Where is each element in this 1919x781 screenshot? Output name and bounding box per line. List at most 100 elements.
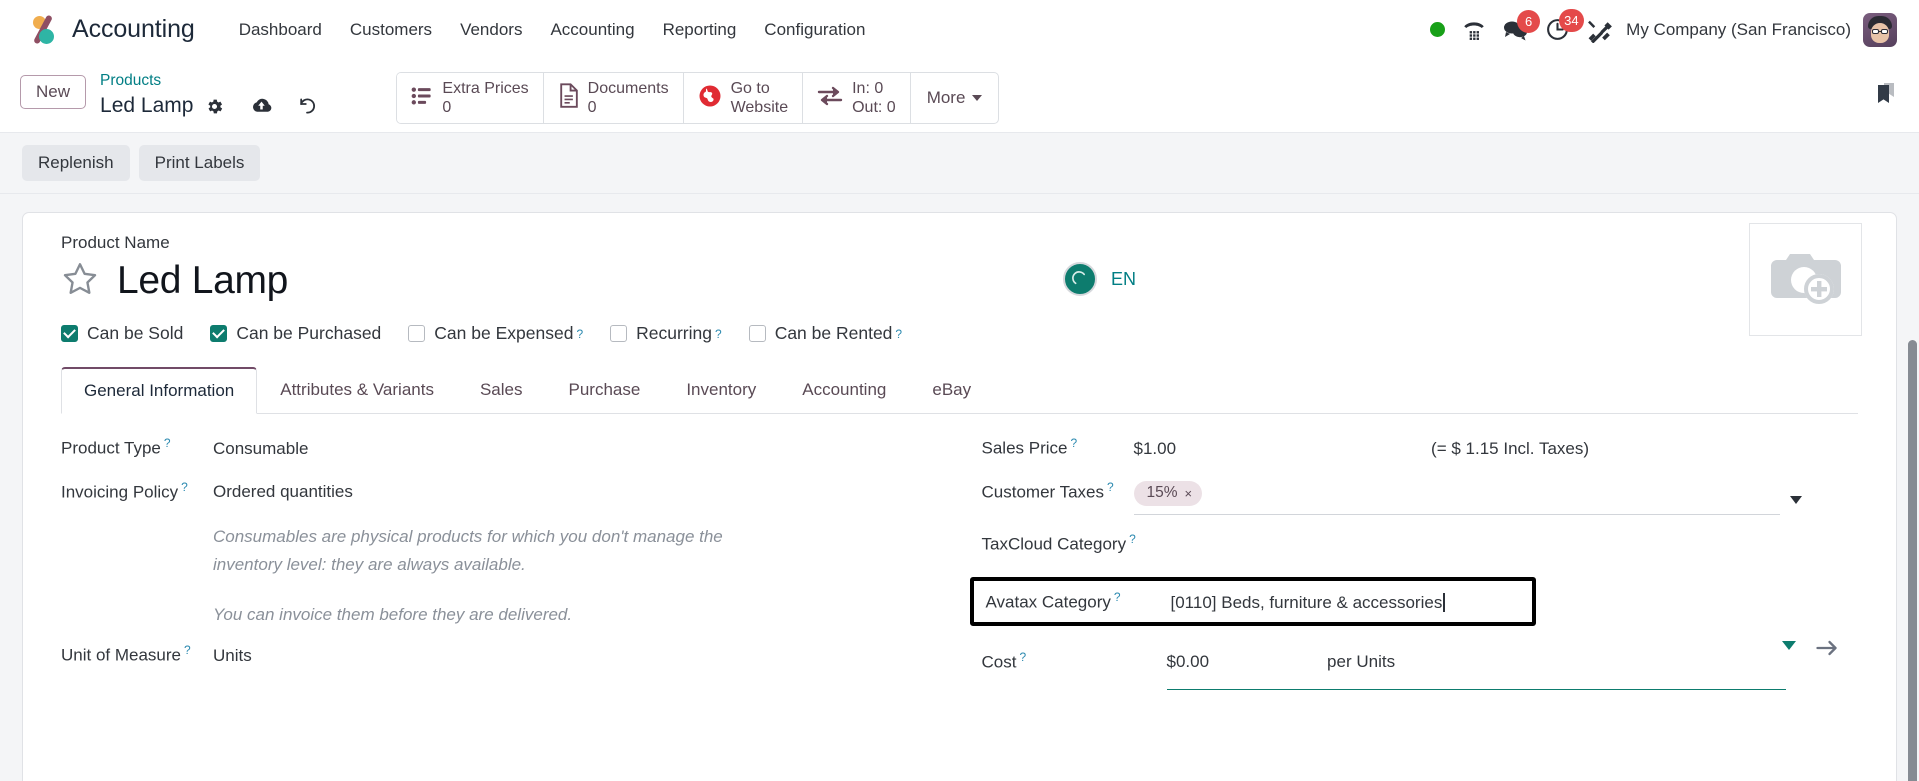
value-unit-of-measure[interactable]: Units xyxy=(213,646,252,666)
help-icon-sales-price[interactable]: ? xyxy=(1070,436,1077,450)
checkbox-label-can-be-sold: Can be Sold xyxy=(87,323,184,343)
label-text-cost: Cost xyxy=(981,652,1017,672)
help-icon-avatax-category[interactable]: ? xyxy=(1114,590,1121,604)
label-customer-taxes: Customer Taxes? xyxy=(982,480,1134,503)
label-text-avatax-category: Avatax Category xyxy=(985,592,1111,612)
tab-inventory[interactable]: Inventory xyxy=(663,367,779,414)
tax-tag-remove-icon[interactable]: × xyxy=(1185,486,1193,501)
tab-general-information[interactable]: General Information xyxy=(61,367,258,414)
internal-link-arrow-icon[interactable] xyxy=(1815,638,1840,663)
checkbox-recurring[interactable]: Recurring ? xyxy=(610,323,722,344)
menu-item-customers[interactable]: Customers xyxy=(336,14,446,46)
menu-item-dashboard[interactable]: Dashboard xyxy=(225,14,336,46)
label-text-unit-of-measure: Unit of Measure xyxy=(61,645,181,665)
odoo-logo-icon[interactable] xyxy=(26,13,60,47)
stat-button-in-out[interactable]: In: 0 Out: 0 xyxy=(803,73,911,123)
breadcrumb-parent-products[interactable]: Products xyxy=(100,71,318,91)
replenish-button[interactable]: Replenish xyxy=(22,145,130,181)
stat-button-extra-prices[interactable]: Extra Prices 0 xyxy=(397,73,544,123)
menu-item-configuration[interactable]: Configuration xyxy=(750,14,879,46)
field-avatax-category-highlighted[interactable]: Avatax Category? [0110] Beds, furniture … xyxy=(969,576,1536,626)
hint-line-1: Consumables are physical products for wh… xyxy=(213,527,723,547)
company-selector[interactable]: My Company (San Francisco) xyxy=(1626,20,1851,40)
checkbox-can-be-expensed[interactable]: Can be Expensed ? xyxy=(408,323,583,344)
globe-icon xyxy=(698,84,722,113)
messages-icon[interactable]: 6 xyxy=(1503,9,1541,42)
activities-icon[interactable]: 34 xyxy=(1545,9,1584,42)
checkbox-box-can-be-purchased[interactable] xyxy=(210,325,228,342)
tools-icon[interactable] xyxy=(1586,17,1613,43)
checkbox-can-be-sold[interactable]: Can be Sold xyxy=(61,323,183,344)
tab-accounting[interactable]: Accounting xyxy=(779,367,909,414)
help-icon-product-type[interactable]: ? xyxy=(164,436,171,450)
checkbox-box-recurring[interactable] xyxy=(610,325,628,342)
user-avatar[interactable] xyxy=(1863,12,1897,47)
help-icon-taxcloud-category[interactable]: ? xyxy=(1129,532,1136,546)
discard-undo-icon[interactable] xyxy=(296,96,318,116)
checkbox-can-be-rented[interactable]: Can be Rented ? xyxy=(748,323,902,344)
gear-icon[interactable] xyxy=(205,97,224,116)
customer-taxes-underline xyxy=(1133,514,1780,516)
help-icon-unit-of-measure[interactable]: ? xyxy=(184,643,191,657)
field-product-type: Product Type? Consumable xyxy=(61,436,930,459)
field-customer-taxes: Customer Taxes? 15% × xyxy=(982,480,1829,516)
phone-dialpad-icon[interactable] xyxy=(1461,17,1487,43)
system-icons-group: 6 34 xyxy=(1430,9,1613,43)
tax-tag[interactable]: 15% × xyxy=(1133,481,1203,507)
help-icon-customer-taxes[interactable]: ? xyxy=(1107,480,1114,494)
label-text-invoicing-policy: Invoicing Policy xyxy=(61,482,179,502)
checkbox-box-can-be-expensed[interactable] xyxy=(408,325,426,342)
help-icon-can-be-rented[interactable]: ? xyxy=(895,327,902,341)
translate-globe-icon[interactable] xyxy=(1063,262,1097,296)
app-brand-title[interactable]: Accounting xyxy=(72,15,195,44)
bookmark-icon[interactable] xyxy=(1875,81,1897,112)
help-icon-invoicing-policy[interactable]: ? xyxy=(181,480,188,494)
scrollbar-track[interactable] xyxy=(1906,194,1919,781)
breadcrumb-current-record: Led Lamp xyxy=(100,94,194,117)
sheet-area: Product Name Led Lamp EN Can be Sold Can… xyxy=(0,194,1919,781)
star-icon[interactable] xyxy=(61,260,99,303)
new-button[interactable]: New xyxy=(20,75,87,109)
menu-item-vendors[interactable]: Vendors xyxy=(446,14,536,46)
stat-value-documents: 0 xyxy=(587,99,597,116)
help-icon-cost[interactable]: ? xyxy=(1019,650,1026,664)
tab-sales[interactable]: Sales xyxy=(457,367,546,414)
avatax-category-value: [0110] Beds, furniture & accessories xyxy=(1170,592,1443,612)
product-name-row: Led Lamp xyxy=(61,255,1858,307)
checkbox-label-can-be-rented: Can be Rented xyxy=(774,323,893,343)
sales-price-incl-taxes: (= $ 1.15 Incl. Taxes) xyxy=(1431,438,1590,458)
checkbox-box-can-be-rented[interactable] xyxy=(748,325,766,342)
value-product-type[interactable]: Consumable xyxy=(213,439,308,459)
help-icon-can-be-expensed[interactable]: ? xyxy=(576,327,583,341)
menu-item-accounting[interactable]: Accounting xyxy=(536,14,648,46)
menu-item-reporting[interactable]: Reporting xyxy=(649,14,751,46)
checkbox-can-be-purchased[interactable]: Can be Purchased xyxy=(210,323,381,344)
stat-button-documents[interactable]: Documents 0 xyxy=(543,73,684,123)
stat-button-go-to-website[interactable]: Go to Website xyxy=(683,73,804,123)
checkbox-box-can-be-sold[interactable] xyxy=(61,325,78,342)
value-sales-price[interactable]: $1.00 xyxy=(1134,439,1177,459)
stat-button-bar: Extra Prices 0 Documents 0 Go to Website… xyxy=(396,72,1000,124)
product-name-value[interactable]: Led Lamp xyxy=(117,255,288,307)
tab-purchase[interactable]: Purchase xyxy=(545,367,663,414)
stat-value-out: Out: 0 xyxy=(852,99,896,116)
product-image-placeholder[interactable] xyxy=(1749,223,1862,336)
document-icon xyxy=(558,83,579,113)
save-cloud-upload-icon[interactable] xyxy=(249,96,274,116)
print-labels-button[interactable]: Print Labels xyxy=(138,145,261,181)
language-code[interactable]: EN xyxy=(1111,269,1136,290)
more-dropdown-button[interactable]: More xyxy=(911,73,999,123)
avatax-category-underline xyxy=(1166,661,1786,691)
value-invoicing-policy[interactable]: Ordered quantities xyxy=(213,482,353,502)
tab-ebay[interactable]: eBay xyxy=(909,367,994,414)
chevron-down-icon-customer-taxes[interactable] xyxy=(1790,496,1802,505)
customer-taxes-input[interactable]: 15% × xyxy=(1133,481,1829,516)
scrollbar-thumb[interactable] xyxy=(1908,340,1917,781)
tab-attributes-variants[interactable]: Attributes & Variants xyxy=(257,367,457,414)
avatax-category-input[interactable]: [0110] Beds, furniture & accessories xyxy=(1170,592,1445,613)
help-icon-recurring[interactable]: ? xyxy=(715,327,722,341)
presence-status-icon[interactable] xyxy=(1430,22,1446,37)
label-text-taxcloud-category: TaxCloud Category xyxy=(981,534,1127,554)
general-information-form: Product Type? Consumable Invoicing Polic… xyxy=(61,436,1858,693)
chevron-down-icon-avatax[interactable] xyxy=(1782,641,1796,650)
